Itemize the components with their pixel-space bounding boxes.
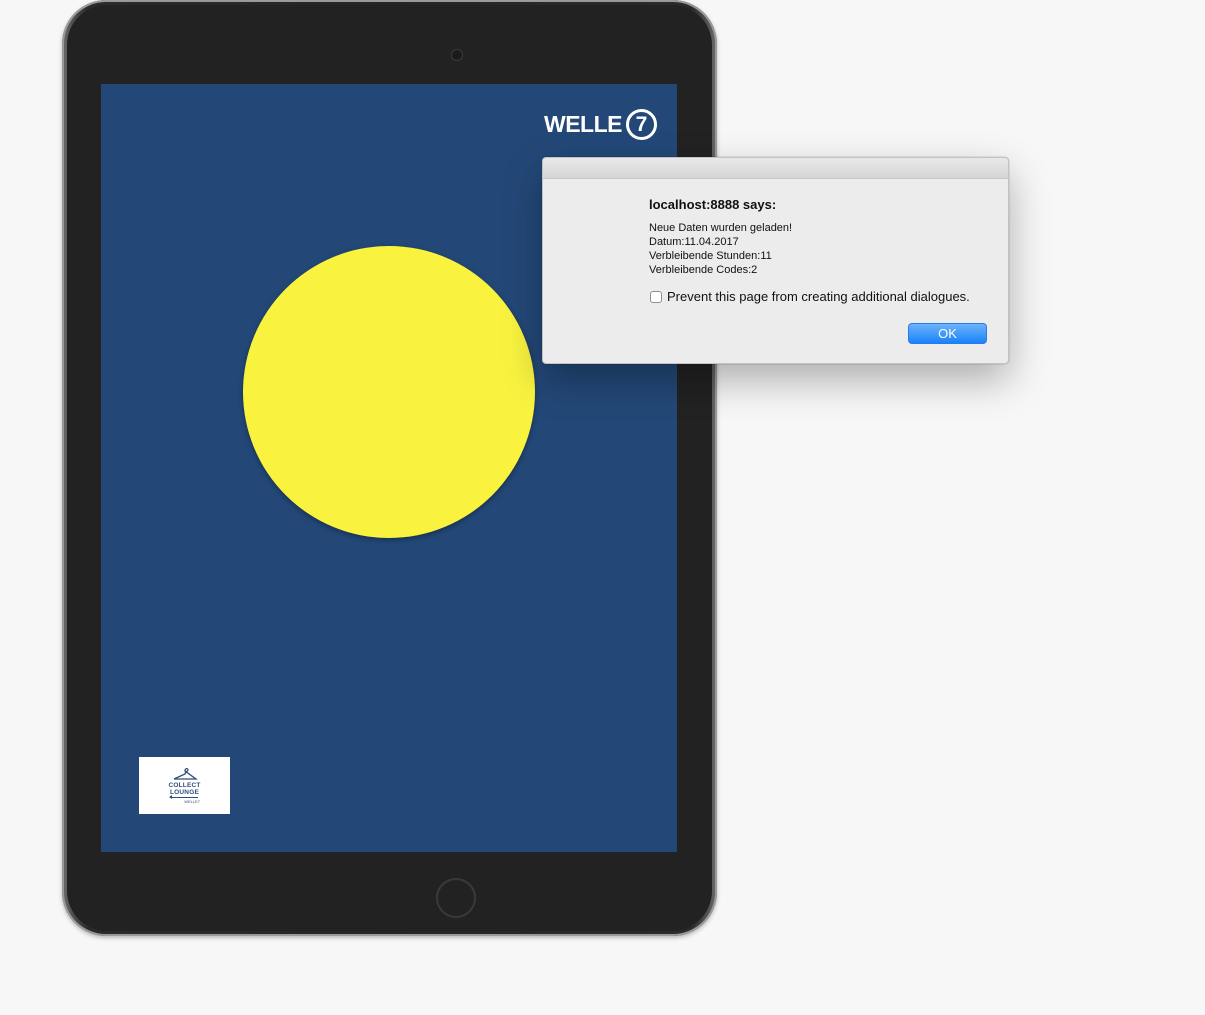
logo-numeral: 7 <box>626 108 657 140</box>
message-line-codes: Verbleibende Codes:2 <box>649 264 758 276</box>
ok-button[interactable]: OK <box>908 323 987 344</box>
message-line-hours: Verbleibende Stunden:11 <box>649 250 772 262</box>
message-line-status: Neue Daten wurden geladen! <box>649 222 793 234</box>
sponsor-logo: COLLECT LOUNGE WELLE7 <box>139 757 230 814</box>
home-button[interactable] <box>436 878 476 918</box>
sponsor-line-2: LOUNGE <box>169 788 199 796</box>
dialog-title: localhost:8888 says: <box>649 197 777 212</box>
alert-dialog: localhost:8888 says: Neue Daten wurden g… <box>542 157 1009 364</box>
dialog-titlebar[interactable] <box>543 158 1008 179</box>
message-line-date: Datum:11.04.2017 <box>649 236 739 248</box>
prevent-dialogs-label: Prevent this page from creating addition… <box>667 289 970 304</box>
sponsor-line-1: COLLECT <box>168 781 201 789</box>
dialog-message: Neue Daten wurden geladen! Datum:11.04.2… <box>649 221 792 277</box>
status-indicator-circle[interactable] <box>243 246 535 538</box>
prevent-dialogs-checkbox[interactable] <box>650 290 662 303</box>
welle7-logo: WELLE 7 <box>544 108 657 140</box>
hanger-icon <box>173 767 198 780</box>
arrow-left-icon <box>168 794 198 799</box>
prevent-dialogs-option[interactable]: Prevent this page from creating addition… <box>650 289 970 304</box>
sponsor-subtitle: WELLE7 <box>184 798 200 804</box>
front-camera <box>451 49 463 61</box>
logo-wordmark: WELLE <box>544 110 623 137</box>
